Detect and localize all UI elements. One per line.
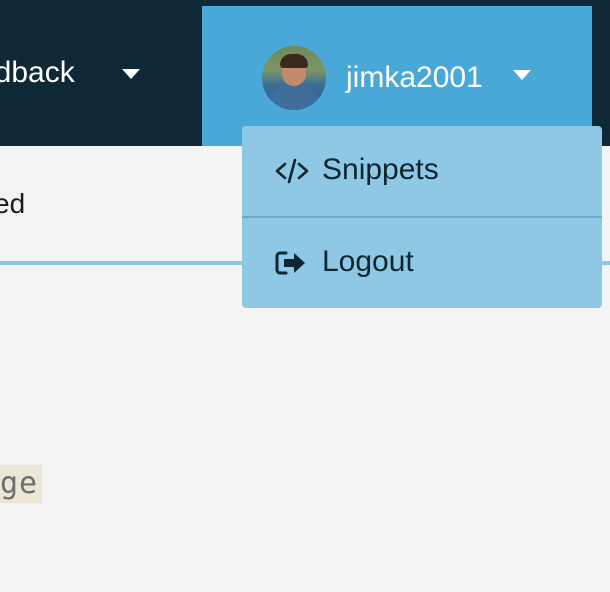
- user-dropdown-menu: Snippets Logout: [242, 126, 602, 308]
- user-menu-button[interactable]: jimka2001: [202, 6, 592, 146]
- menu-item-logout[interactable]: Logout: [242, 218, 602, 308]
- code-icon: [274, 154, 310, 188]
- menu-item-snippets[interactable]: Snippets: [242, 126, 602, 216]
- menu-item-label: Snippets: [322, 153, 439, 186]
- logout-icon: [274, 246, 310, 280]
- chevron-down-icon: [122, 69, 140, 79]
- menu-item-label: Logout: [322, 245, 414, 278]
- feedback-menu-label: edback: [0, 56, 75, 89]
- subbar-tab-label[interactable]: ed: [0, 184, 25, 224]
- chevron-down-icon: [513, 70, 531, 80]
- username: jimka2001: [346, 61, 483, 94]
- inline-code: ge: [0, 465, 43, 503]
- avatar: [262, 46, 326, 110]
- feedback-menu[interactable]: edback: [0, 0, 140, 146]
- top-navbar: edback jimka2001: [0, 0, 610, 146]
- page: edback jimka2001 ed ge Snippets: [0, 0, 610, 592]
